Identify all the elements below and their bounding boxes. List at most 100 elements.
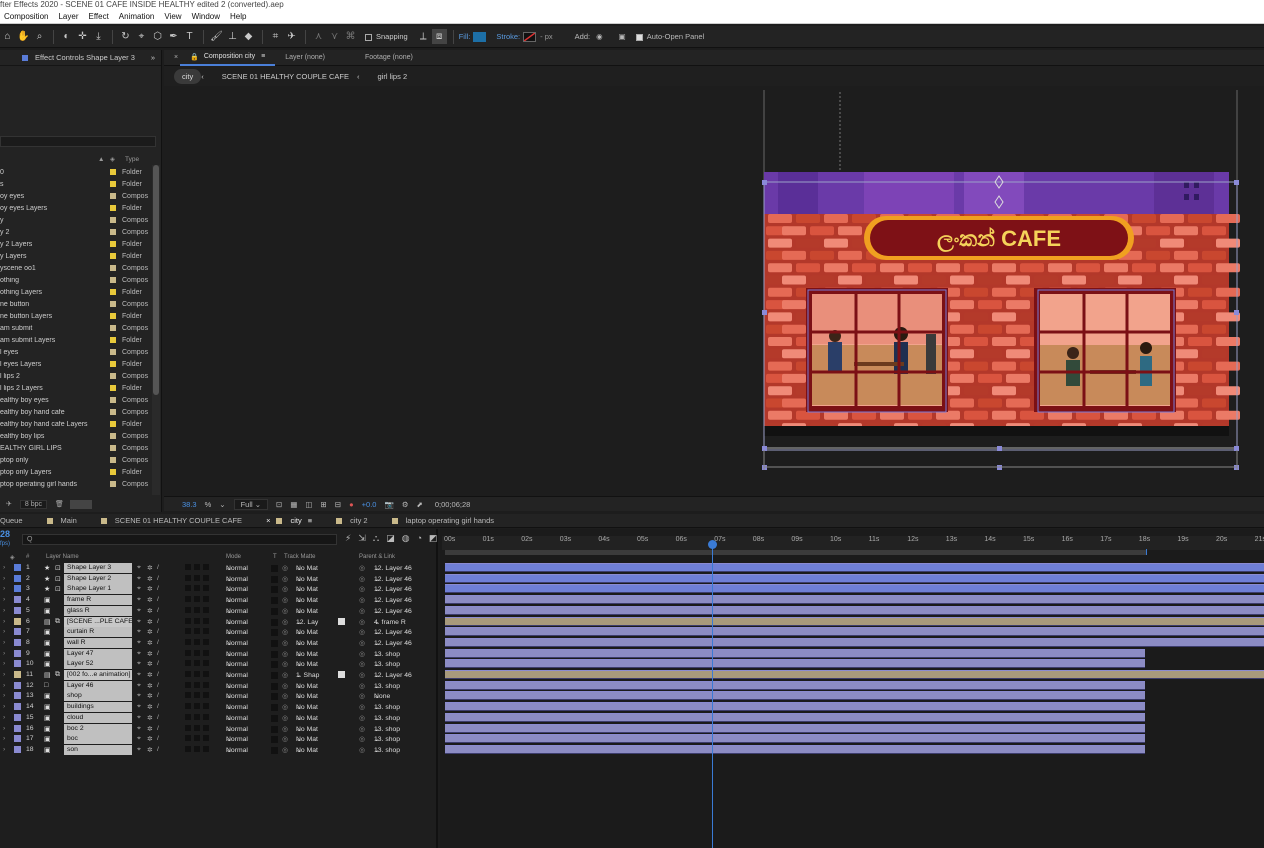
collapse-switch-icon[interactable]: ✲ [147, 703, 153, 711]
pen-tool-icon[interactable]: ✒ [166, 29, 181, 44]
matte-pick-whip-icon[interactable]: ◎ [282, 746, 288, 754]
home-icon[interactable]: ⌂ [0, 29, 15, 44]
3d-switch[interactable] [203, 628, 209, 635]
parent-dropdown[interactable]: 13. shop ⌄ [374, 735, 426, 743]
label-swatch[interactable] [110, 169, 116, 175]
rotate-tool-icon[interactable]: ↻ [118, 29, 133, 44]
project-item[interactable]: ealthy boy lips Compos [0, 430, 162, 442]
breadcrumb-girl-lips[interactable]: girl lips 2 [370, 69, 416, 84]
layer-duration-bar[interactable] [445, 616, 1264, 626]
3d-switch[interactable] [203, 585, 209, 592]
align-icon[interactable]: ⋏ [311, 29, 326, 44]
label-color-swatch[interactable] [14, 745, 21, 753]
track-matte-dropdown[interactable]: No Mat ⌄ [296, 735, 332, 743]
layer-row[interactable]: › 3 ★ ⊡ Shape Layer 1 ⌖ ✲ / Normal ⌄ ◎ No Mat ⌄ ◎ 12… [0, 584, 438, 595]
shy-switch-icon[interactable]: ⌖ [137, 735, 141, 743]
parent-header[interactable]: Parent & Link [359, 554, 395, 560]
blend-mode-dropdown[interactable]: Normal ⌄ [226, 703, 264, 711]
parent-dropdown[interactable]: None ⌄ [374, 692, 426, 700]
motion-blur-switch[interactable] [194, 703, 200, 710]
motion-blur-switch[interactable] [194, 724, 200, 731]
motion-blur-switch[interactable] [194, 628, 200, 635]
motion-blur-switch[interactable] [194, 649, 200, 656]
track-matte-dropdown[interactable]: 12. Lay ⌄ [296, 618, 332, 626]
layer-duration-bar[interactable] [445, 648, 1146, 658]
exposure-value[interactable]: +0.0 [362, 500, 377, 509]
3d-switch[interactable] [203, 617, 209, 624]
project-item[interactable]: EALTHY GIRL LIPS Compos [0, 442, 162, 454]
label-color-swatch[interactable] [14, 585, 21, 593]
motion-blur-switch[interactable] [194, 681, 200, 688]
label-swatch[interactable] [110, 205, 116, 211]
project-item[interactable]: othing Layers Folder [0, 286, 162, 298]
layer-name[interactable]: wall R [64, 637, 132, 648]
quality-switch-icon[interactable]: / [157, 714, 159, 721]
shy-switch-icon[interactable]: ⌖ [137, 628, 141, 636]
preserve-transparency-checkbox[interactable] [271, 607, 278, 615]
playhead-handle[interactable] [708, 540, 717, 549]
3d-switch[interactable] [203, 574, 209, 581]
region-icon[interactable]: ⊡ [276, 500, 282, 509]
comp-flowchart-icon[interactable]: ◔ [417, 533, 422, 544]
motion-blur-switch[interactable] [194, 638, 200, 645]
3d-switch[interactable] [203, 638, 209, 645]
3d-switch[interactable] [203, 692, 209, 699]
motion-blur-switch[interactable] [194, 745, 200, 752]
layer-duration-bar[interactable] [445, 744, 1146, 754]
layer-row[interactable]: › 15 ▣ cloud ⌖ ✲ / Normal ⌄ ◎ No Mat ⌄ ◎ 13. shop ⌄ [0, 712, 438, 723]
layer-row[interactable]: › 13 ▣ shop ⌖ ✲ / Normal ⌄ ◎ No Mat ⌄ ◎ None ⌄ [0, 691, 438, 702]
label-swatch[interactable] [110, 457, 116, 463]
expand-arrow-icon[interactable]: › [3, 628, 5, 635]
layer-duration-bar[interactable] [445, 573, 1264, 583]
quality-switch-icon[interactable]: / [157, 564, 159, 571]
matte-pick-whip-icon[interactable]: ◎ [282, 714, 288, 722]
label-swatch[interactable] [110, 409, 116, 415]
project-item[interactable]: oy eyes Compos [0, 190, 162, 202]
tab-render-queue[interactable]: Queue [0, 514, 35, 528]
collapse-switch-icon[interactable]: ✲ [147, 564, 153, 572]
shy-switch-icon[interactable]: ⌖ [137, 585, 141, 593]
3d-switch[interactable] [203, 713, 209, 720]
collapse-switch-icon[interactable]: ✲ [147, 692, 153, 700]
layer-name[interactable]: Layer 46 [64, 680, 132, 691]
layer-duration-bar[interactable] [445, 691, 1146, 701]
fx-switch[interactable] [185, 671, 191, 677]
matte-pick-whip-icon[interactable]: ◎ [282, 575, 288, 583]
eraser-tool-icon[interactable]: ◆ [241, 29, 256, 44]
label-swatch[interactable] [110, 241, 116, 247]
layer-name[interactable]: [SCENE ...PLE CAFE] [64, 616, 132, 627]
current-time-readout[interactable]: 28 [0, 529, 14, 539]
quality-switch-icon[interactable]: / [157, 650, 159, 657]
stroke-swatch[interactable] [523, 31, 537, 42]
label-swatch[interactable] [110, 373, 116, 379]
quality-switch-icon[interactable]: / [157, 607, 159, 614]
label-swatch[interactable] [110, 325, 116, 331]
expand-arrow-icon[interactable]: › [3, 564, 5, 571]
project-search-input[interactable] [0, 136, 156, 147]
shy-icon[interactable]: ⇲ [358, 533, 366, 544]
parent-pick-whip-icon[interactable]: ◎ [359, 618, 365, 626]
layer-duration-bar[interactable] [445, 670, 1264, 679]
preserve-transparency-checkbox[interactable] [271, 597, 278, 605]
matte-pick-whip-icon[interactable]: ◎ [282, 660, 288, 668]
shy-switch-icon[interactable]: ⌖ [137, 746, 141, 754]
tab-menu-icon[interactable]: ≡ [261, 53, 265, 60]
matte-pick-whip-icon[interactable]: ◎ [282, 585, 288, 593]
project-item[interactable]: ptop operating girl hands Compos [0, 478, 162, 490]
layer-duration-bar[interactable] [445, 627, 1264, 637]
label-swatch[interactable] [110, 253, 116, 259]
track-matte-dropdown[interactable]: No Mat ⌄ [296, 585, 332, 593]
matte-pick-whip-icon[interactable]: ◎ [282, 725, 288, 733]
matte-pick-whip-icon[interactable]: ◎ [282, 564, 288, 572]
quality-switch-icon[interactable]: / [157, 575, 159, 582]
thumbnail-slider[interactable] [69, 499, 92, 509]
show-snapshot-icon[interactable]: ⚙ [402, 500, 409, 509]
parent-dropdown[interactable]: 13. shop ⌄ [374, 703, 426, 711]
layer-name[interactable]: frame R [64, 595, 132, 606]
3d-switch[interactable] [203, 745, 209, 752]
shy-switch-icon[interactable]: ⌖ [137, 650, 141, 658]
layer-row[interactable]: › 16 ▣ boc 2 ⌖ ✲ / Normal ⌄ ◎ No Mat ⌄ ◎ 13. shop ⌄ [0, 723, 438, 734]
fx-switch[interactable] [185, 596, 191, 603]
matte-pick-whip-icon[interactable]: ◎ [282, 628, 288, 636]
3d-switch[interactable] [203, 724, 209, 731]
